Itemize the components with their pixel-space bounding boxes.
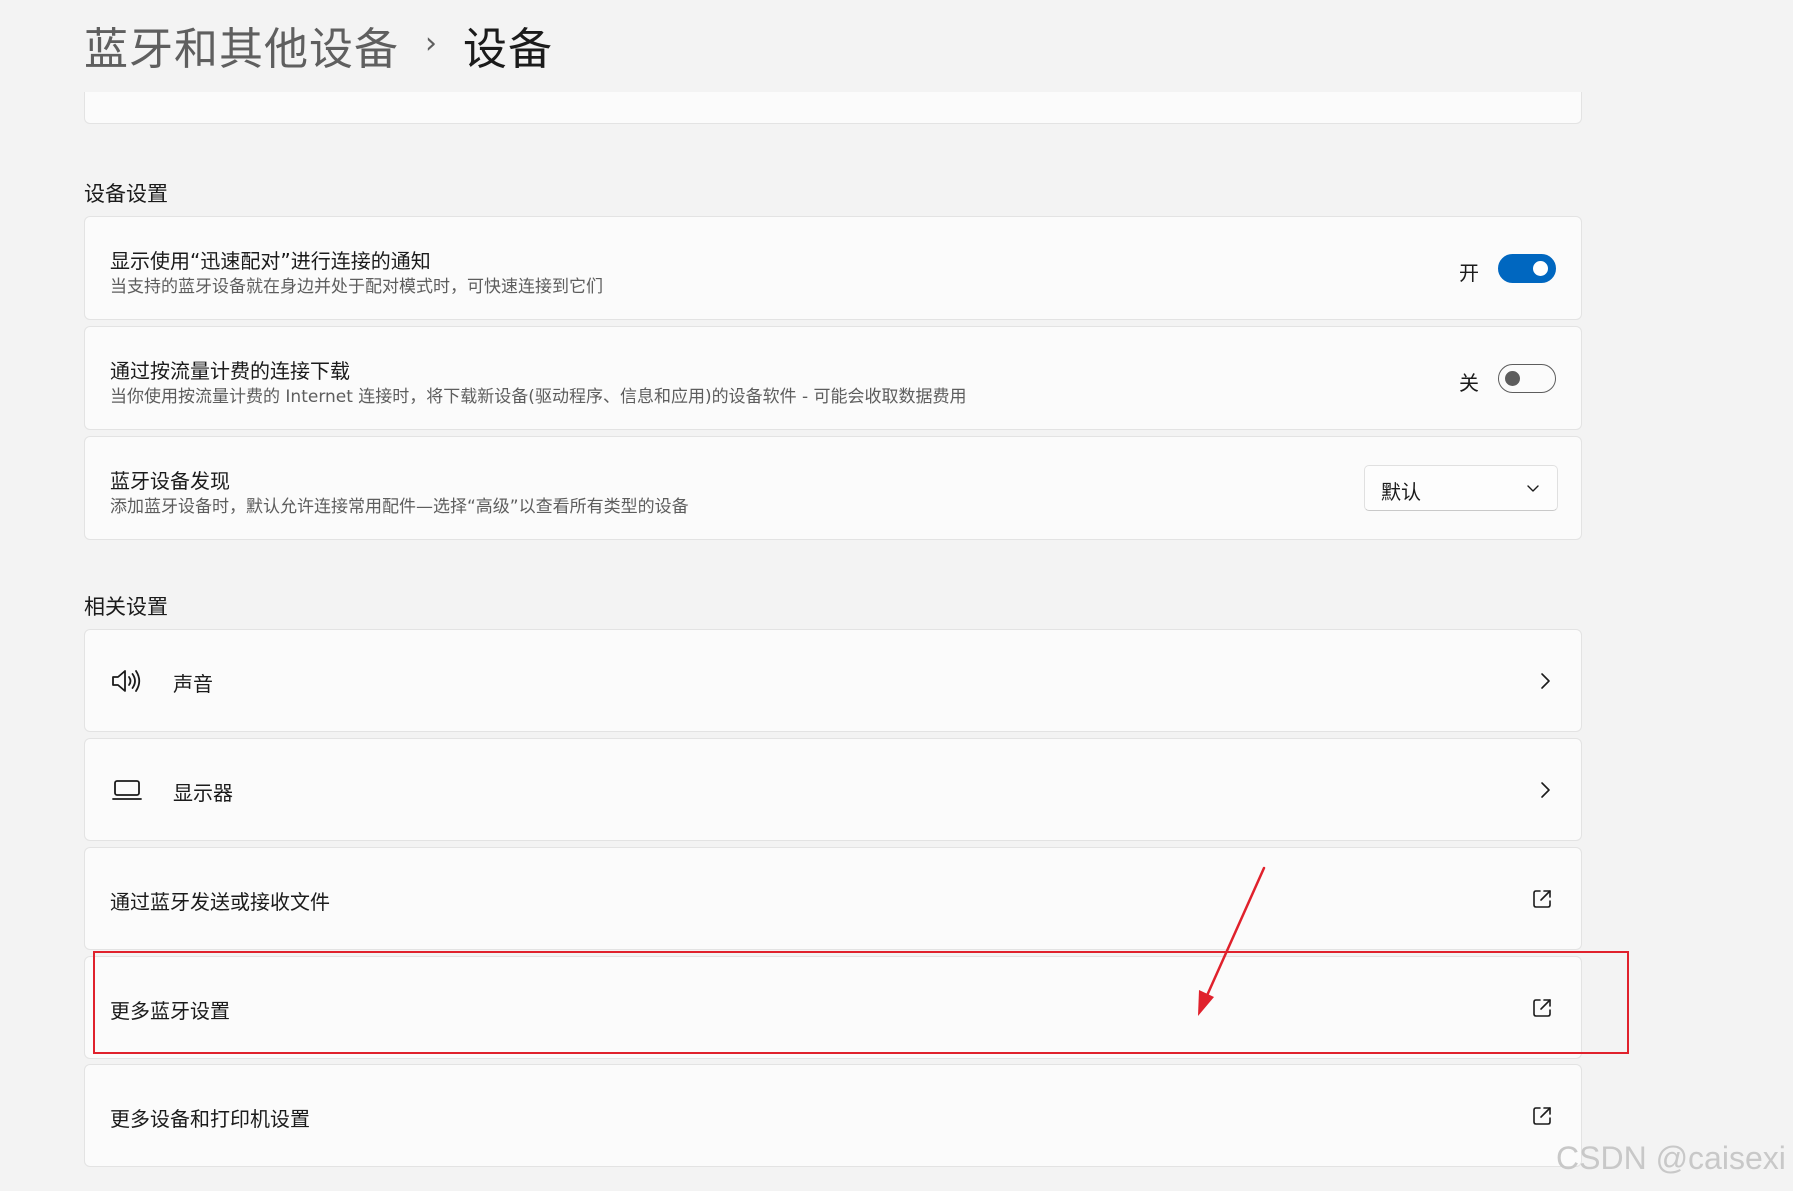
- related-item-label: 更多设备和打印机设置: [110, 1107, 310, 1131]
- chevron-right-icon: [1541, 782, 1550, 798]
- dropdown-selected-value: 默认: [1381, 480, 1421, 504]
- laptop-icon: [112, 780, 142, 800]
- metered-download-card: 通过按流量计费的连接下载 当你使用按流量计费的 Internet 连接时，将下载…: [84, 326, 1582, 430]
- annotation-highlight-box: [93, 951, 1629, 1054]
- bluetooth-discovery-title: 蓝牙设备发现: [110, 469, 230, 493]
- watermark: CSDN @caisexi: [1556, 1140, 1786, 1176]
- metered-download-description: 当你使用按流量计费的 Internet 连接时，将下载新设备(驱动程序、信息和应…: [110, 387, 967, 407]
- section-title-device-settings: 设备设置: [84, 182, 168, 206]
- bluetooth-discovery-description: 添加蓝牙设备时，默认允许连接常用配件—选择“高级”以查看所有类型的设备: [110, 497, 689, 517]
- page-title: 设备: [463, 24, 553, 75]
- swift-pair-card: 显示使用“迅速配对”进行连接的通知 当支持的蓝牙设备就在身边并处于配对模式时，可…: [84, 216, 1582, 320]
- related-item-display[interactable]: 显示器: [84, 738, 1582, 841]
- swift-pair-state-label: 开: [1459, 261, 1479, 285]
- toggle-knob: [1505, 371, 1520, 386]
- related-item-bluetooth-file-transfer[interactable]: 通过蓝牙发送或接收文件: [84, 847, 1582, 950]
- swift-pair-description: 当支持的蓝牙设备就在身边并处于配对模式时，可快速连接到它们: [110, 277, 603, 297]
- metered-download-toggle[interactable]: [1498, 364, 1556, 393]
- external-link-icon: [1533, 890, 1551, 908]
- metered-download-state-label: 关: [1459, 371, 1479, 395]
- related-item-label: 显示器: [173, 781, 233, 805]
- breadcrumb-parent[interactable]: 蓝牙和其他设备: [84, 13, 399, 77]
- swift-pair-toggle[interactable]: [1498, 254, 1556, 283]
- speaker-icon: [112, 670, 141, 692]
- chevron-right-icon: [1541, 673, 1550, 689]
- toggle-knob: [1533, 261, 1548, 276]
- related-item-label: 声音: [173, 672, 213, 696]
- swift-pair-title: 显示使用“迅速配对”进行连接的通知: [110, 249, 431, 273]
- breadcrumb: 蓝牙和其他设备 › 设备: [84, 14, 553, 76]
- metered-download-title: 通过按流量计费的连接下载: [110, 359, 350, 383]
- previous-card: [84, 92, 1582, 124]
- related-item-devices-and-printers[interactable]: 更多设备和打印机设置: [84, 1064, 1582, 1167]
- related-item-label: 通过蓝牙发送或接收文件: [110, 890, 330, 914]
- external-link-icon: [1533, 1107, 1551, 1125]
- bluetooth-discovery-dropdown[interactable]: 默认: [1364, 465, 1558, 511]
- breadcrumb-separator-icon: ›: [425, 25, 437, 61]
- bluetooth-discovery-card: 蓝牙设备发现 添加蓝牙设备时，默认允许连接常用配件—选择“高级”以查看所有类型的…: [84, 436, 1582, 540]
- related-item-sound[interactable]: 声音: [84, 629, 1582, 732]
- section-title-related-settings: 相关设置: [84, 595, 168, 619]
- chevron-down-icon: [1527, 485, 1539, 492]
